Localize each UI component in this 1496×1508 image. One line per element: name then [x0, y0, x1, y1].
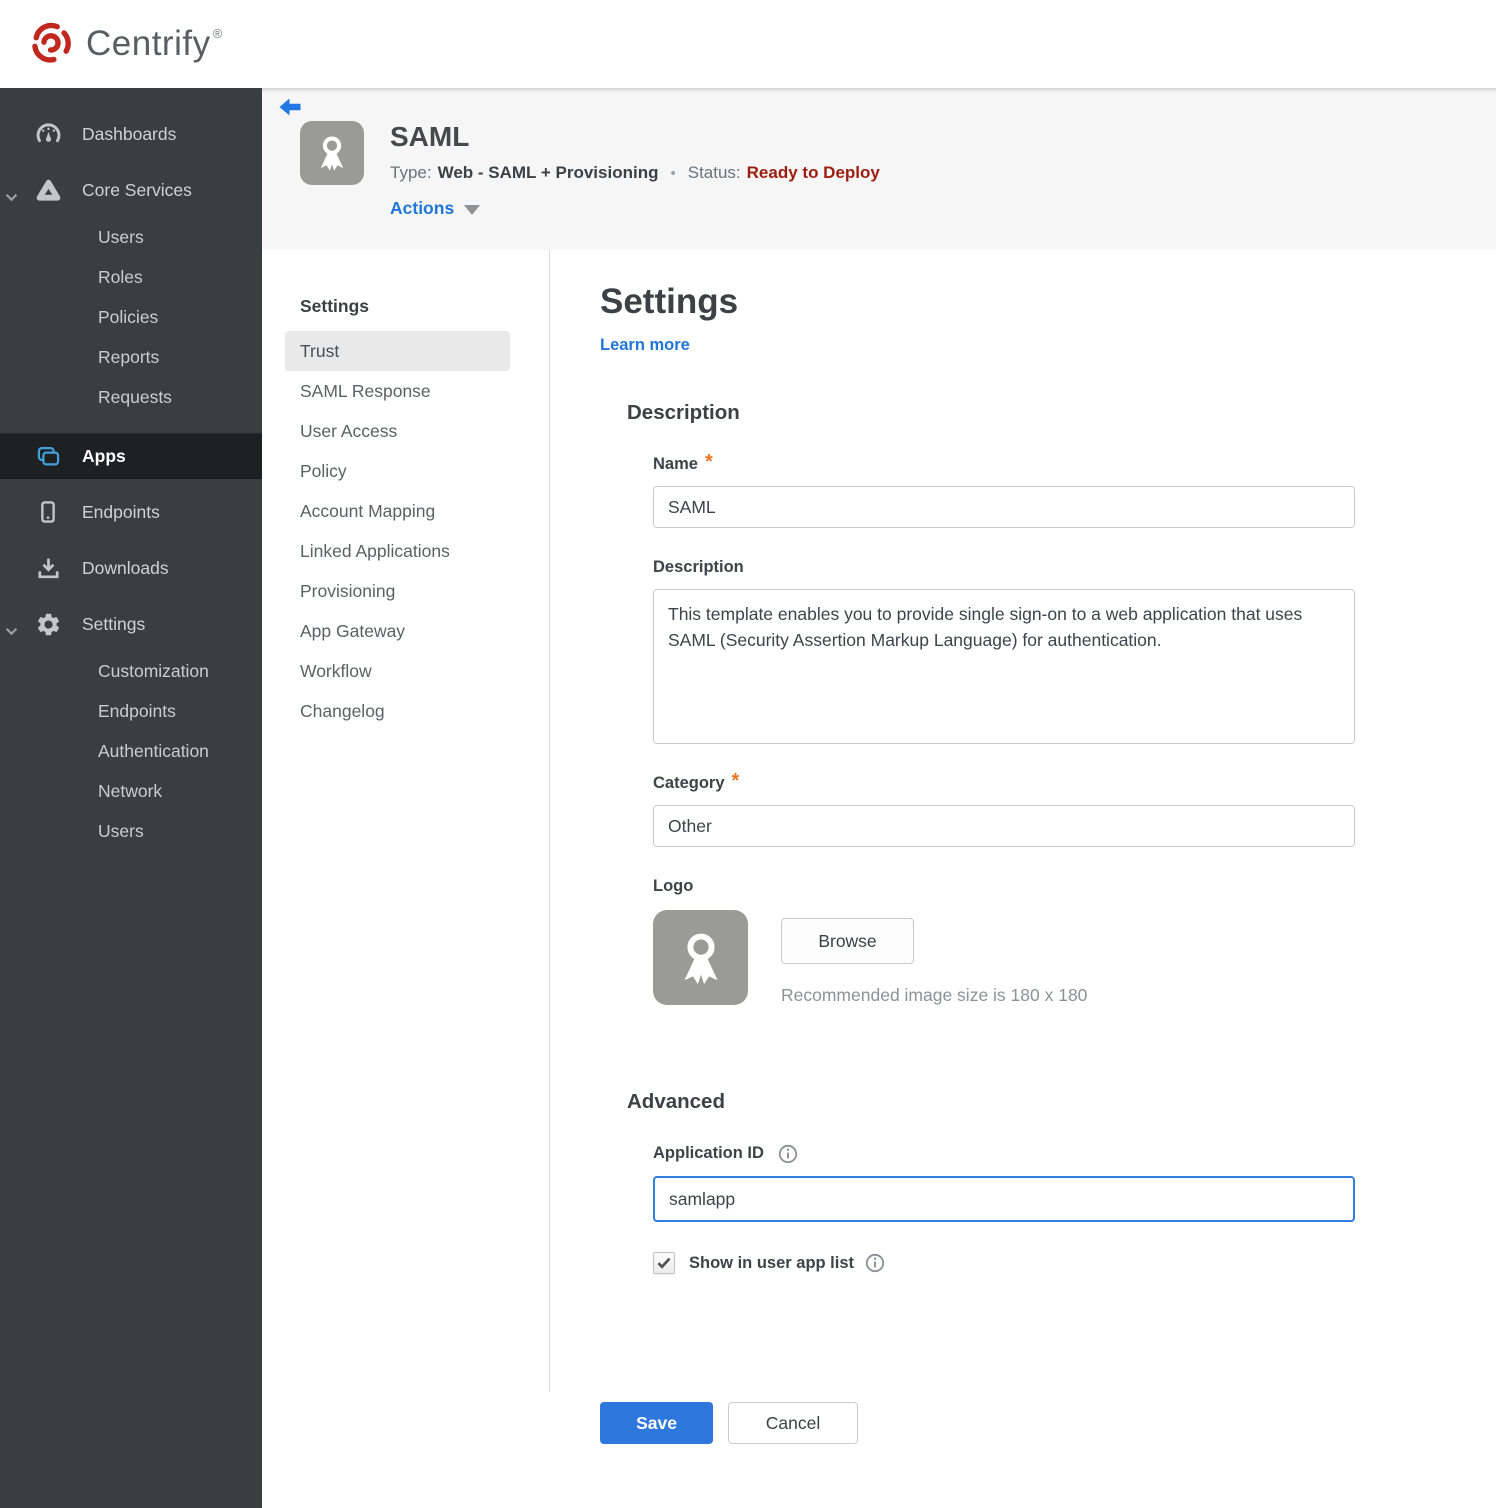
logo-hint: Recommended image size is 180 x 180 [781, 985, 1088, 1005]
required-asterisk: * [731, 770, 740, 792]
sidebar: Dashboards Core Services Users Roles Pol… [0, 88, 262, 1508]
sidebar-item-label: Endpoints [82, 501, 160, 522]
award-ribbon-icon [320, 136, 344, 171]
type-label: Type: [390, 163, 432, 182]
registered-mark: ® [212, 26, 223, 41]
description-label: Description [653, 558, 744, 576]
settings-form: Settings Learn more Description Name * D… [550, 250, 1496, 1468]
show-in-user-app-list-label: Show in user app list [689, 1253, 855, 1272]
browse-button[interactable]: Browse [781, 918, 914, 964]
sidebar-item-label: Downloads [82, 557, 169, 578]
subnav-item-linked-applications[interactable]: Linked Applications [285, 531, 510, 571]
core-services-icon [34, 176, 62, 204]
sidebar-item-label: Dashboards [82, 123, 177, 144]
sidebar-subitem-requests[interactable]: Requests [0, 377, 262, 417]
settings-children: Customization Endpoints Authentication N… [0, 647, 262, 857]
cancel-button[interactable]: Cancel [728, 1402, 858, 1444]
sidebar-subitem-roles[interactable]: Roles [0, 257, 262, 297]
status-label: Status: [687, 163, 741, 182]
subnav-item-app-gateway[interactable]: App Gateway [285, 611, 510, 651]
brand-name: Centrify [86, 24, 211, 63]
sidebar-subitem-policies[interactable]: Policies [0, 297, 262, 337]
status-value: Ready to Deploy [746, 163, 880, 182]
application-id-label: Application ID [653, 1144, 1436, 1164]
actions-label: Actions [390, 198, 455, 218]
sidebar-item-label: Core Services [82, 179, 192, 200]
gauge-icon [34, 120, 62, 148]
app-subnav: Settings Trust SAML Response User Access… [262, 250, 550, 1392]
name-input[interactable] [653, 486, 1355, 528]
sidebar-item-endpoints[interactable]: Endpoints [0, 489, 262, 535]
chevron-down-icon [5, 186, 18, 207]
sidebar-item-dashboards[interactable]: Dashboards [0, 111, 262, 157]
sidebar-subitem-customization[interactable]: Customization [0, 651, 262, 691]
main-area: SAML Type: Web - SAML + Provisioning • S… [262, 88, 1496, 1468]
type-value: Web - SAML + Provisioning [437, 163, 659, 182]
advanced-section-heading: Advanced [627, 1090, 725, 1113]
meta-separator: • [670, 164, 676, 182]
subnav-item-user-access[interactable]: User Access [285, 411, 510, 451]
sidebar-subitem-network[interactable]: Network [0, 771, 262, 811]
subnav-item-workflow[interactable]: Workflow [285, 651, 510, 691]
sidebar-subitem-authentication[interactable]: Authentication [0, 731, 262, 771]
sidebar-item-downloads[interactable]: Downloads [0, 545, 262, 591]
chevron-down-icon [5, 620, 18, 641]
subnav-header: Settings [300, 296, 370, 316]
app-logo [300, 121, 364, 185]
brand: Centrify ® [28, 20, 222, 68]
subnav-item-saml-response[interactable]: SAML Response [285, 371, 510, 411]
logo-preview [653, 910, 748, 1005]
centrify-logo-icon [32, 22, 71, 63]
category-input[interactable] [653, 805, 1355, 847]
sidebar-subitem-users[interactable]: Users [0, 217, 262, 257]
page-title: Settings [600, 282, 739, 321]
apps-icon [34, 442, 62, 470]
subnav-item-provisioning[interactable]: Provisioning [285, 571, 510, 611]
subnav-item-changelog[interactable]: Changelog [285, 691, 510, 731]
checkmark-icon [657, 1257, 671, 1269]
sidebar-subitem-endpoints[interactable]: Endpoints [0, 691, 262, 731]
sidebar-subitem-users-settings[interactable]: Users [0, 811, 262, 851]
gear-icon [34, 610, 62, 638]
subnav-item-trust[interactable]: Trust [285, 331, 510, 371]
info-icon[interactable] [865, 1253, 885, 1273]
app-title: SAML [390, 121, 470, 152]
description-textarea[interactable]: This template enables you to provide sin… [653, 589, 1355, 744]
device-icon [34, 498, 62, 526]
download-icon [34, 554, 62, 582]
logo-label: Logo [653, 877, 694, 895]
info-icon[interactable] [778, 1144, 798, 1164]
sidebar-item-settings[interactable]: Settings [0, 601, 262, 647]
required-asterisk: * [704, 451, 713, 473]
back-arrow-icon [279, 98, 301, 116]
app-header-band: SAML Type: Web - SAML + Provisioning • S… [262, 88, 1496, 250]
actions-button[interactable]: Actions [390, 198, 481, 219]
category-label: Category * [653, 770, 740, 792]
sidebar-item-core-services[interactable]: Core Services [0, 167, 262, 213]
caret-down-icon [464, 204, 481, 215]
app-meta: Type: Web - SAML + Provisioning • Status… [390, 163, 880, 183]
save-button[interactable]: Save [600, 1402, 713, 1444]
subnav-item-policy[interactable]: Policy [285, 451, 510, 491]
application-id-input[interactable] [653, 1176, 1355, 1222]
top-header: Centrify ® [0, 0, 1496, 88]
sidebar-subitem-reports[interactable]: Reports [0, 337, 262, 377]
name-label: Name * [653, 451, 713, 473]
award-ribbon-icon [683, 933, 718, 984]
show-in-user-app-list-checkbox[interactable] [653, 1252, 675, 1274]
sidebar-item-label: Settings [82, 613, 146, 634]
learn-more-link[interactable]: Learn more [600, 336, 690, 355]
subnav-item-account-mapping[interactable]: Account Mapping [285, 491, 510, 531]
back-button[interactable] [278, 97, 302, 119]
sidebar-item-apps[interactable]: Apps [0, 433, 262, 479]
description-section-heading: Description [627, 401, 740, 424]
core-services-children: Users Roles Policies Reports Requests [0, 213, 262, 423]
sidebar-item-label: Apps [82, 445, 126, 466]
